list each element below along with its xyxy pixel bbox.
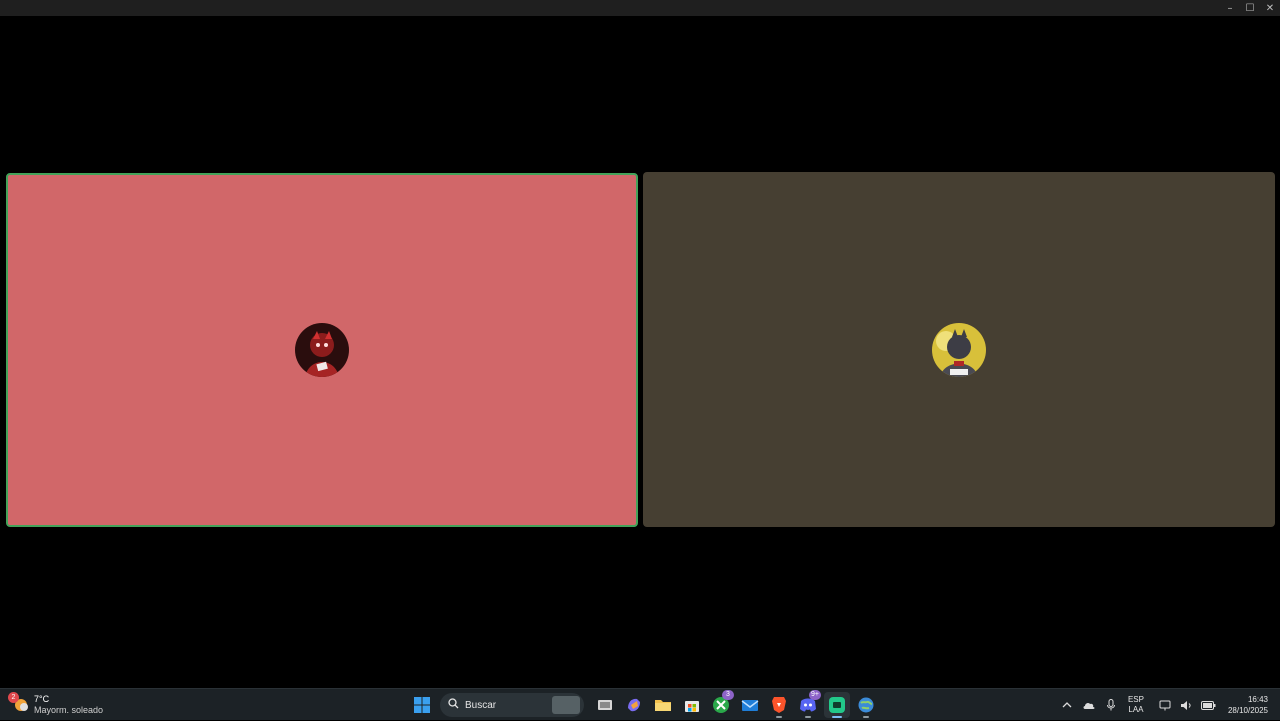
start-icon[interactable] [409,692,435,718]
participant-tile-speaking[interactable] [6,173,638,527]
language-indicator[interactable]: ESP LAA [1128,695,1144,715]
brave-browser-icon[interactable] [766,692,792,718]
red-character-avatar [295,323,349,377]
taskbar: 2 7°C Mayorm. soleado Buscar 3 9+ ESP LA… [0,688,1280,720]
window-controls: – ☐ ✕ [1220,0,1280,16]
clock-time: 16:43 [1247,695,1268,704]
call-stage [0,16,1280,688]
close-button[interactable]: ✕ [1260,0,1280,16]
language-code: ESP [1127,695,1144,704]
mail-icon[interactable] [737,692,763,718]
weather-badge: 2 [8,692,19,703]
window-titlebar: – ☐ ✕ [0,0,1280,16]
weather-condition: Mayorm. soleado [34,705,104,715]
weather-sun-icon: 2 [8,692,30,714]
weather-widget[interactable]: 2 7°C Mayorm. soleado [8,692,104,717]
weather-temperature: 7°C [34,694,50,704]
battery-icon[interactable] [1198,694,1220,716]
search-icon [448,696,459,714]
xbox-badge: 3 [722,690,734,700]
search-box[interactable]: Buscar [440,693,584,717]
maximize-button[interactable]: ☐ [1240,0,1260,16]
taskbar-center: Buscar 3 9+ [409,690,882,718]
system-tray: ESP LAA 16:43 28/10/2025 [1056,689,1280,721]
xbox-icon[interactable]: 3 [708,690,734,718]
microsoft-store-icon[interactable] [679,692,705,718]
search-highlight-image [552,696,580,714]
keyboard-layout: LAA [1128,705,1144,714]
chevron-up-icon[interactable] [1056,694,1078,716]
search-placeholder: Buscar [465,699,497,711]
participant-tile[interactable] [643,172,1275,527]
microphone-icon[interactable] [1100,694,1122,716]
active-app-icon[interactable] [824,692,850,718]
file-explorer-icon[interactable] [650,692,676,718]
globe-app-icon[interactable] [853,692,879,718]
cloud-sync-icon[interactable] [1078,694,1100,716]
volume-icon[interactable] [1176,694,1198,716]
discord-icon[interactable]: 9+ [795,690,821,718]
clock[interactable]: 16:43 28/10/2025 [1228,694,1268,716]
yellow-character-avatar [932,322,986,377]
copilot-icon[interactable] [621,692,647,718]
discord-badge: 9+ [809,690,821,700]
task-view-icon[interactable] [592,692,618,718]
network-icon[interactable] [1154,694,1176,716]
minimize-button[interactable]: – [1220,0,1240,16]
clock-date: 28/10/2025 [1227,706,1268,715]
